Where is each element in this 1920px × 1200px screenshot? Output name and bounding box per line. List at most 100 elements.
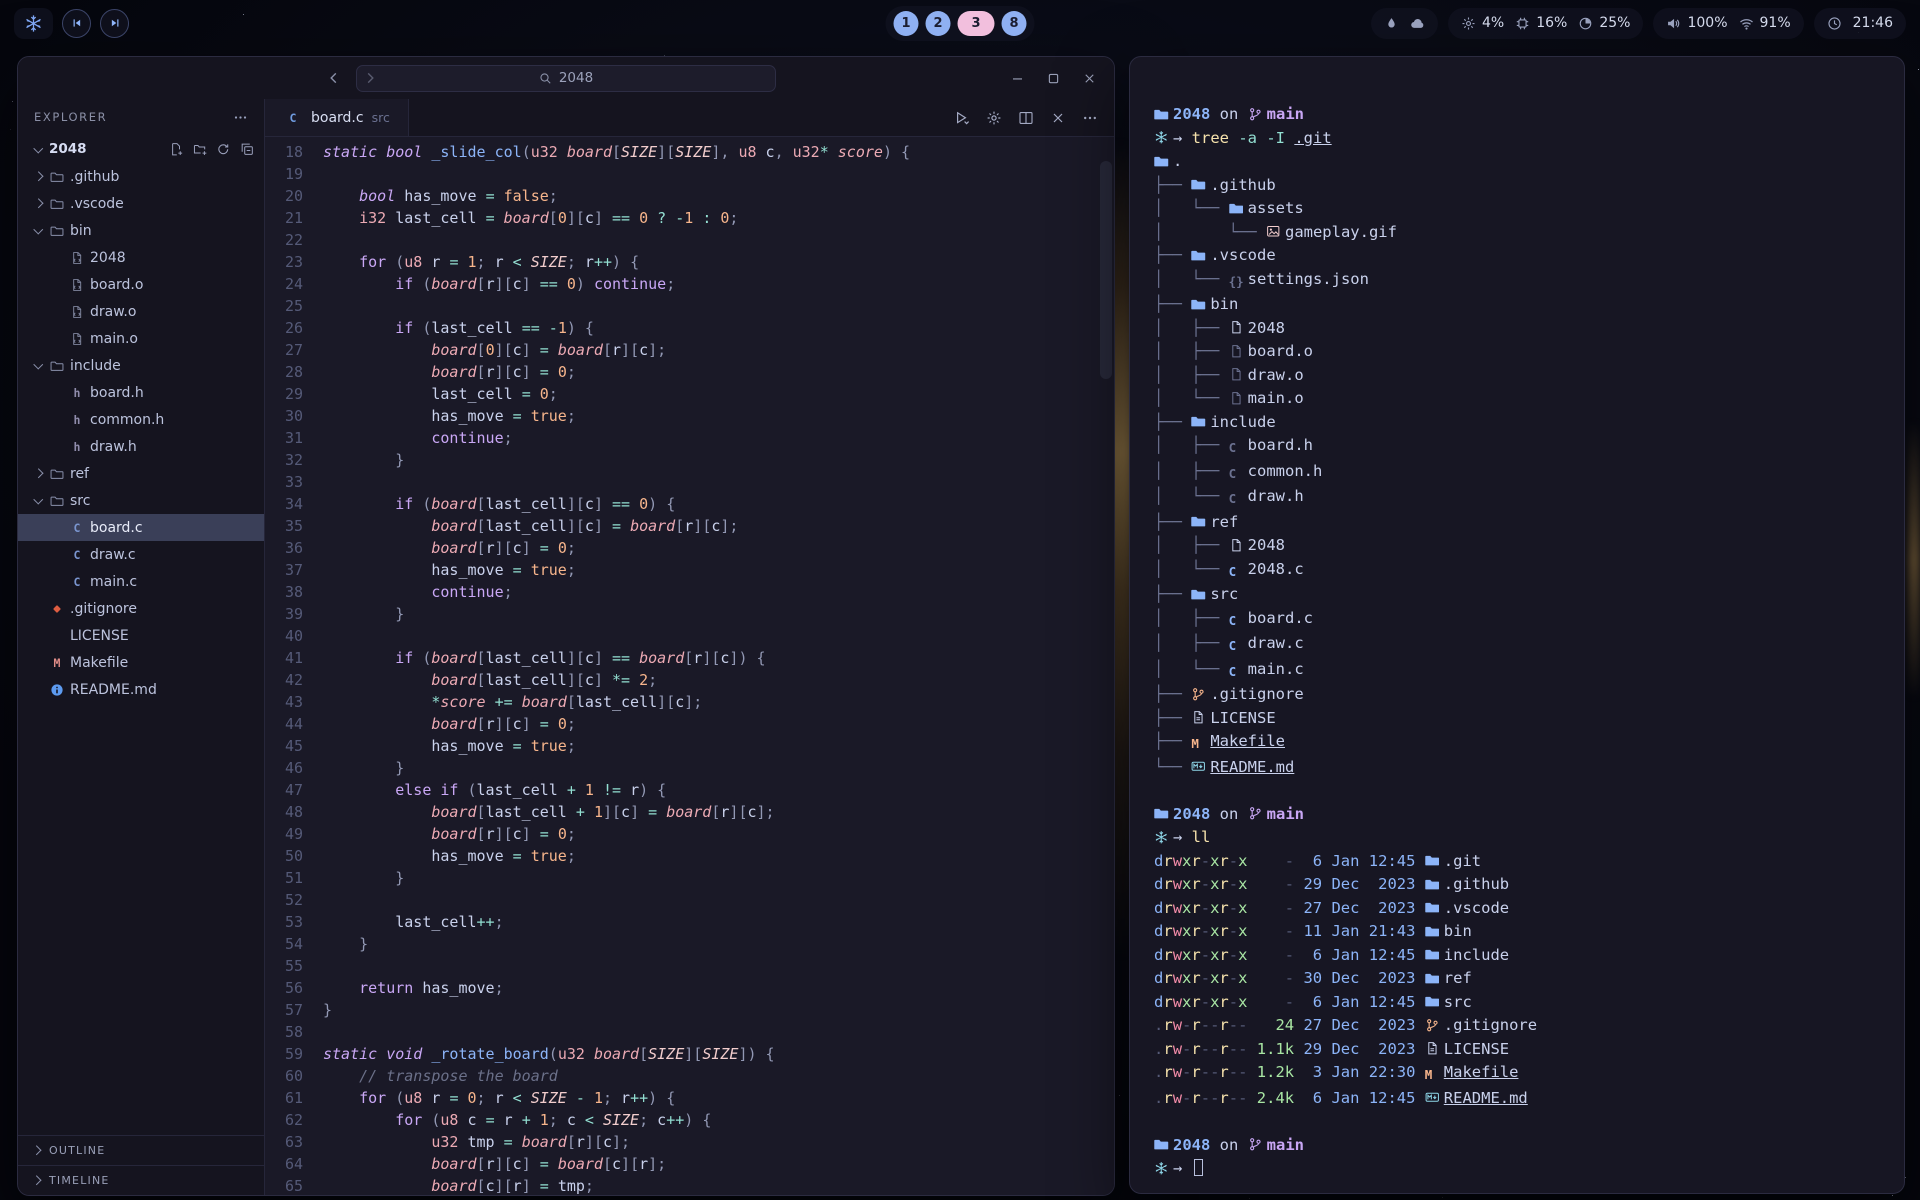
- explorer-item-.gitignore[interactable]: .gitignore: [18, 595, 264, 622]
- code-line-49[interactable]: 49 board[r][c] = 0;: [265, 823, 1114, 845]
- code-line-30[interactable]: 30 has_move = true;: [265, 405, 1114, 427]
- code-line-33[interactable]: 33: [265, 471, 1114, 493]
- explorer-item-LICENSE[interactable]: LICENSE: [18, 622, 264, 649]
- explorer-item-common.h[interactable]: hcommon.h: [18, 406, 264, 433]
- explorer-item-draw.o[interactable]: draw.o: [18, 298, 264, 325]
- nav-back-icon[interactable]: [326, 70, 342, 86]
- code-line-54[interactable]: 54 }: [265, 933, 1114, 955]
- explorer-item-board.h[interactable]: hboard.h: [18, 379, 264, 406]
- minimize-button[interactable]: [1004, 65, 1030, 91]
- code-line-18[interactable]: 18static bool _slide_col(u32 board[SIZE]…: [265, 141, 1114, 163]
- code-line-60[interactable]: 60 // transpose the board: [265, 1065, 1114, 1087]
- split-editor-button[interactable]: [1018, 110, 1034, 126]
- maximize-button[interactable]: [1040, 65, 1066, 91]
- code-line-41[interactable]: 41 if (board[last_cell][c] == board[r][c…: [265, 647, 1114, 669]
- explorer-item-README.md[interactable]: README.md: [18, 676, 264, 703]
- code-line-56[interactable]: 56 return has_move;: [265, 977, 1114, 999]
- code-line-63[interactable]: 63 u32 tmp = board[r][c];: [265, 1131, 1114, 1153]
- code-line-59[interactable]: 59static void _rotate_board(u32 board[SI…: [265, 1043, 1114, 1065]
- close-window-button[interactable]: [1076, 65, 1102, 91]
- code-line-34[interactable]: 34 if (board[last_cell][c] == 0) {: [265, 493, 1114, 515]
- terminal-body[interactable]: 2048 on main→ tree -a -I .git.├── .githu…: [1130, 57, 1904, 1193]
- code-line-53[interactable]: 53 last_cell++;: [265, 911, 1114, 933]
- code-line-28[interactable]: 28 board[r][c] = 0;: [265, 361, 1114, 383]
- code-line-40[interactable]: 40: [265, 625, 1114, 647]
- code-line-22[interactable]: 22: [265, 229, 1114, 251]
- code-line-48[interactable]: 48 board[last_cell + 1][c] = board[r][c]…: [265, 801, 1114, 823]
- explorer-root-folder[interactable]: 2048: [18, 135, 264, 163]
- code-line-23[interactable]: 23 for (u8 r = 1; r < SIZE; r++) {: [265, 251, 1114, 273]
- launcher-button[interactable]: [14, 8, 53, 39]
- explorer-item-2048[interactable]: 2048: [18, 244, 264, 271]
- timeline-panel[interactable]: TIMELINE: [18, 1165, 264, 1195]
- explorer-item-ref[interactable]: ref: [18, 460, 264, 487]
- code-line-20[interactable]: 20 bool has_move = false;: [265, 185, 1114, 207]
- code-line-39[interactable]: 39 }: [265, 603, 1114, 625]
- weather-widget[interactable]: [1371, 8, 1438, 39]
- code-line-50[interactable]: 50 has_move = true;: [265, 845, 1114, 867]
- workspace-2[interactable]: 2: [926, 11, 951, 36]
- code-line-32[interactable]: 32 }: [265, 449, 1114, 471]
- new-folder-button[interactable]: [193, 142, 208, 157]
- code-line-26[interactable]: 26 if (last_cell == -1) {: [265, 317, 1114, 339]
- explorer-item-main.o[interactable]: main.o: [18, 325, 264, 352]
- settings-gear-button[interactable]: [986, 110, 1002, 126]
- code-line-29[interactable]: 29 last_cell = 0;: [265, 383, 1114, 405]
- workspace-3[interactable]: 3: [958, 11, 995, 36]
- media-next-button[interactable]: [100, 9, 129, 38]
- explorer-item-draw.h[interactable]: hdraw.h: [18, 433, 264, 460]
- editor-scrollbar[interactable]: [1100, 143, 1112, 1189]
- code-line-31[interactable]: 31 continue;: [265, 427, 1114, 449]
- code-line-47[interactable]: 47 else if (last_cell + 1 != r) {: [265, 779, 1114, 801]
- code-line-64[interactable]: 64 board[r][c] = board[c][r];: [265, 1153, 1114, 1175]
- volume-control[interactable]: 100%: [1666, 15, 1727, 31]
- new-file-button[interactable]: [169, 142, 184, 157]
- code-line-25[interactable]: 25: [265, 295, 1114, 317]
- code-line-35[interactable]: 35 board[last_cell][c] = board[r][c];: [265, 515, 1114, 537]
- tab-board-c[interactable]: C board.c src: [265, 99, 409, 136]
- code-line-45[interactable]: 45 has_move = true;: [265, 735, 1114, 757]
- vscode-window[interactable]: 2048 EXPLORER 2048 .git: [17, 56, 1115, 1196]
- explorer-more-actions-icon[interactable]: [233, 110, 248, 125]
- collapse-folders-button[interactable]: [240, 142, 255, 157]
- code-line-43[interactable]: 43 *score += board[last_cell][c];: [265, 691, 1114, 713]
- code-line-42[interactable]: 42 board[last_cell][c] *= 2;: [265, 669, 1114, 691]
- workspace-1[interactable]: 1: [894, 11, 919, 36]
- workspace-8[interactable]: 8: [1002, 11, 1027, 36]
- code-line-51[interactable]: 51 }: [265, 867, 1114, 889]
- refresh-explorer-button[interactable]: [216, 142, 231, 157]
- explorer-item-main.c[interactable]: Cmain.c: [18, 568, 264, 595]
- code-line-21[interactable]: 21 i32 last_cell = board[0][c] == 0 ? -1…: [265, 207, 1114, 229]
- clock-widget[interactable]: 21:46: [1814, 8, 1906, 39]
- explorer-item-bin[interactable]: bin: [18, 217, 264, 244]
- code-line-52[interactable]: 52: [265, 889, 1114, 911]
- explorer-item-Makefile[interactable]: MMakefile: [18, 649, 264, 676]
- code-line-36[interactable]: 36 board[r][c] = 0;: [265, 537, 1114, 559]
- terminal-window[interactable]: 2048 on main→ tree -a -I .git.├── .githu…: [1129, 56, 1905, 1194]
- explorer-item-draw.c[interactable]: Cdraw.c: [18, 541, 264, 568]
- code-line-61[interactable]: 61 for (u8 r = 0; r < SIZE - 1; r++) {: [265, 1087, 1114, 1109]
- explorer-item-board.c[interactable]: Cboard.c: [18, 514, 264, 541]
- code-area[interactable]: 18static bool _slide_col(u32 board[SIZE]…: [265, 137, 1114, 1195]
- code-line-58[interactable]: 58: [265, 1021, 1114, 1043]
- explorer-item-src[interactable]: src: [18, 487, 264, 514]
- explorer-item-board.o[interactable]: board.o: [18, 271, 264, 298]
- code-line-44[interactable]: 44 board[r][c] = 0;: [265, 713, 1114, 735]
- code-line-37[interactable]: 37 has_move = true;: [265, 559, 1114, 581]
- explorer-item-.github[interactable]: .github: [18, 163, 264, 190]
- explorer-item-include[interactable]: include: [18, 352, 264, 379]
- code-line-46[interactable]: 46 }: [265, 757, 1114, 779]
- outline-panel[interactable]: OUTLINE: [18, 1135, 264, 1165]
- close-editor-button[interactable]: [1050, 110, 1066, 126]
- media-prev-button[interactable]: [62, 9, 91, 38]
- command-center[interactable]: 2048: [356, 65, 776, 92]
- code-line-57[interactable]: 57}: [265, 999, 1114, 1021]
- nav-forward-icon[interactable]: [362, 70, 378, 86]
- code-line-19[interactable]: 19: [265, 163, 1114, 185]
- code-line-65[interactable]: 65 board[c][r] = tmp;: [265, 1175, 1114, 1195]
- run-file-button[interactable]: [954, 110, 970, 126]
- wifi-control[interactable]: 91%: [1739, 15, 1791, 31]
- explorer-item-.vscode[interactable]: .vscode: [18, 190, 264, 217]
- code-line-55[interactable]: 55: [265, 955, 1114, 977]
- code-line-27[interactable]: 27 board[0][c] = board[r][c];: [265, 339, 1114, 361]
